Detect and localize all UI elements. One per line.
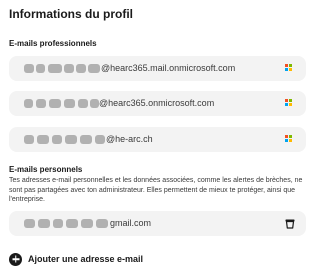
professional-email-row[interactable]: @he-arc.ch [9,127,306,152]
email-address: @hearc365.mail.onmicrosoft.com [101,63,236,73]
email-address: @hearc365.onmicrosoft.com [99,98,215,108]
plus-circle-icon [9,252,22,266]
email-address: gmail.com [110,218,152,228]
add-email-button[interactable]: Ajouter une adresse e-mail [9,252,143,266]
personal-emails-heading: E-mails personnels [9,165,83,174]
page-title: Informations du profil [9,7,133,21]
trash-icon[interactable] [285,218,295,229]
add-email-label: Ajouter une adresse e-mail [28,254,144,264]
email-address: @he-arc.ch [106,134,153,144]
microsoft-icon [285,99,292,106]
microsoft-icon [285,64,292,71]
personal-email-row[interactable]: gmail.com [9,211,306,236]
professional-email-row[interactable]: @hearc365.mail.onmicrosoft.com [9,56,306,81]
professional-email-row[interactable]: @hearc365.onmicrosoft.com [9,91,306,116]
professional-emails-heading: E-mails professionnels [9,39,97,48]
microsoft-icon [285,135,292,142]
personal-emails-description: Tes adresses e-mail personnelles et les … [9,177,303,204]
